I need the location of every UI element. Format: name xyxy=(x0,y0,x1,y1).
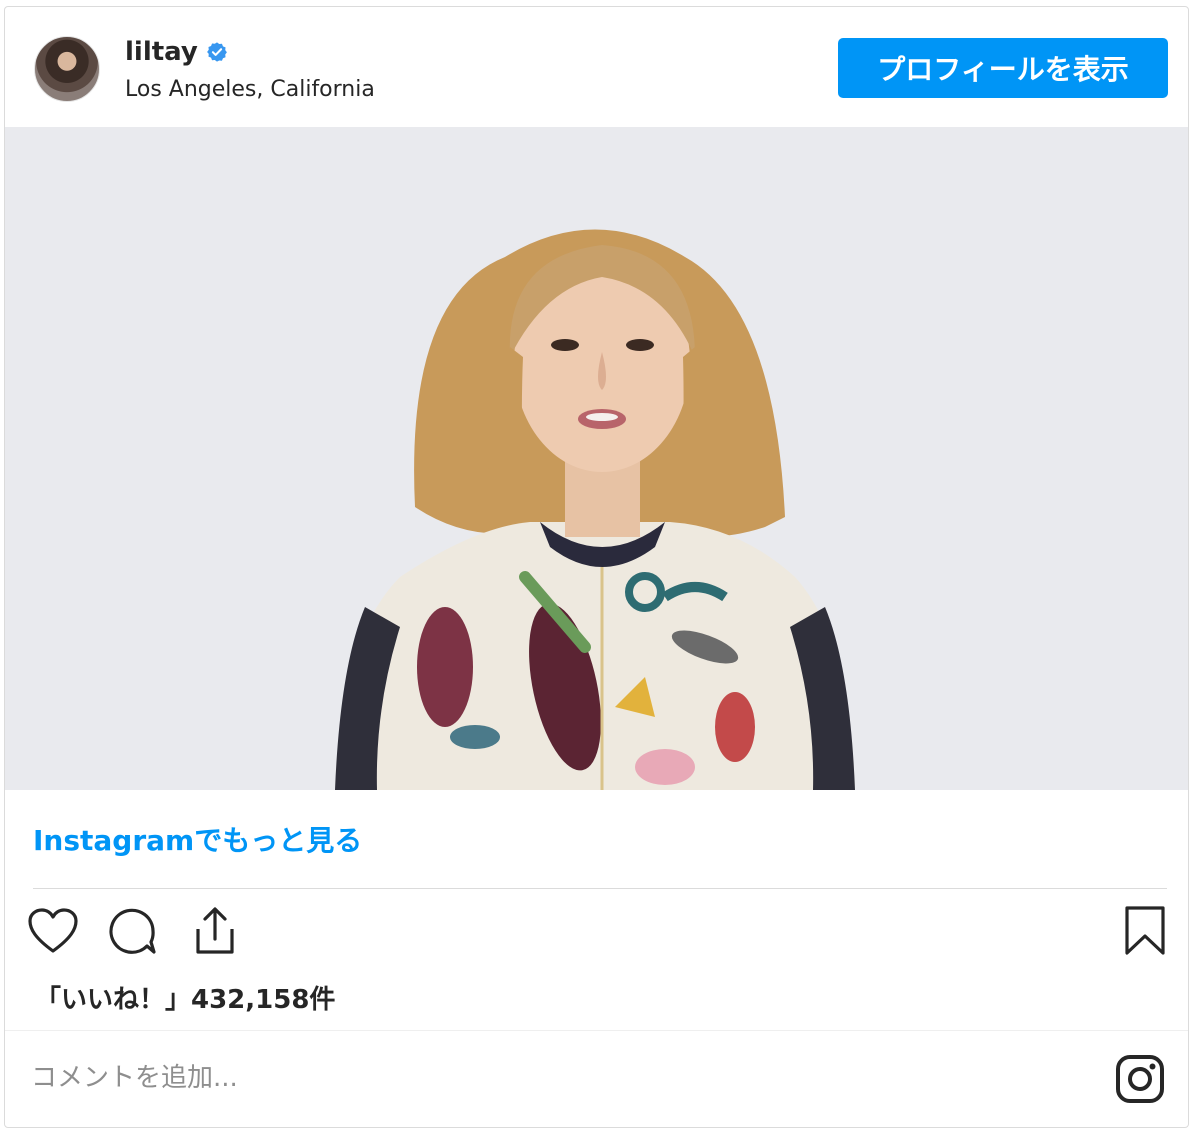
username-link[interactable]: liltay xyxy=(125,37,198,67)
post-media-video[interactable] xyxy=(5,127,1188,790)
heart-icon xyxy=(28,908,78,953)
username-row: liltay xyxy=(125,37,228,67)
location-link[interactable]: Los Angeles, California xyxy=(125,77,375,102)
verified-badge-icon xyxy=(206,42,227,62)
divider xyxy=(33,888,1167,889)
save-button[interactable] xyxy=(1117,903,1173,959)
share-icon xyxy=(196,907,234,954)
profile-avatar[interactable] xyxy=(34,36,100,102)
video-frame xyxy=(5,127,1188,790)
share-button[interactable] xyxy=(187,903,243,959)
view-profile-button[interactable]: プロフィールを表示 xyxy=(838,38,1168,98)
divider xyxy=(5,1030,1188,1031)
instagram-logo-icon[interactable] xyxy=(1115,1054,1165,1104)
instagram-embed-card: liltay Los Angeles, California プロフィールを表示 xyxy=(4,6,1189,1128)
comment-bubble-icon xyxy=(109,908,156,954)
bookmark-icon xyxy=(1125,906,1165,955)
comment-button[interactable] xyxy=(105,903,161,959)
comment-input[interactable] xyxy=(29,1047,1093,1109)
like-button[interactable] xyxy=(25,903,81,959)
likes-count: 「いいね！」432,158件 xyxy=(35,985,336,1015)
action-bar xyxy=(25,903,1175,963)
post-header: liltay Los Angeles, California プロフィールを表示 xyxy=(5,7,1188,127)
view-more-on-instagram-link[interactable]: Instagramでもっと見る xyxy=(33,819,362,859)
